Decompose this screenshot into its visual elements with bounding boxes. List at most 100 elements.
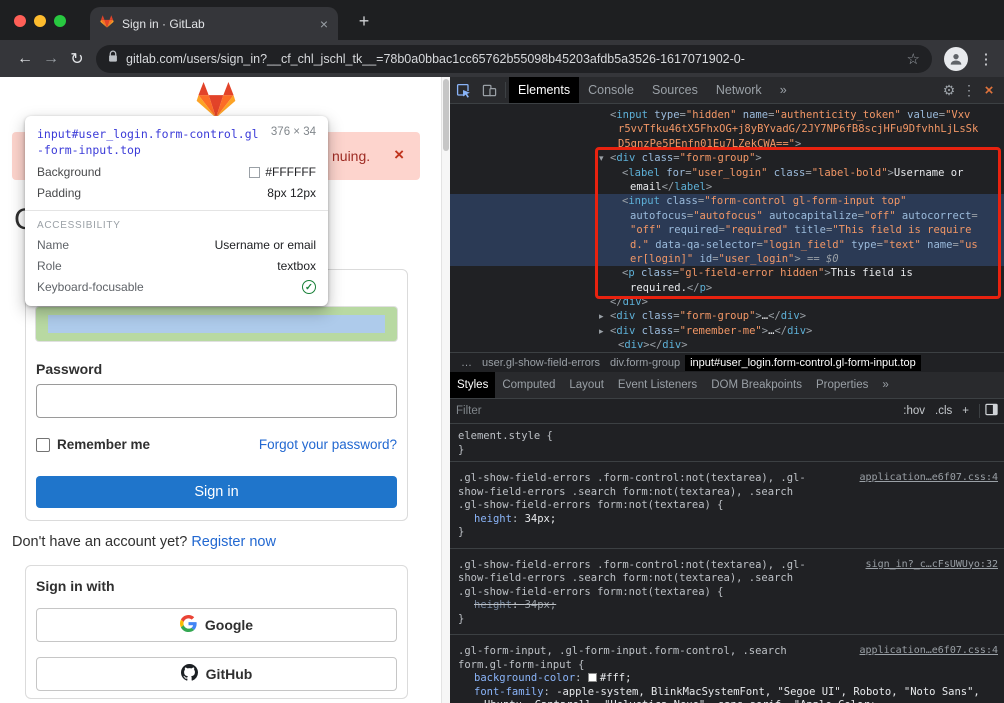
close-window-button[interactable] bbox=[14, 15, 26, 27]
address-bar[interactable]: gitlab.com/users/sign_in?__cf_chl_jschl_… bbox=[96, 45, 932, 73]
devtools-tab-console[interactable]: Console bbox=[579, 77, 643, 103]
register-prompt: Don't have an account yet? Register now bbox=[12, 534, 276, 550]
stylesheet-link[interactable]: application…e6f07.css:4 bbox=[860, 644, 998, 658]
signin-card: Password Remember me Forgot your passwor… bbox=[25, 269, 408, 521]
browser-tab[interactable]: Sign in · GitLab × bbox=[90, 7, 338, 40]
stylesheet-link[interactable]: application…e6f07.css:4 bbox=[860, 471, 998, 485]
alert-close-button[interactable]: × bbox=[394, 145, 404, 165]
github-signin-button[interactable]: GitHub bbox=[36, 657, 397, 691]
bookmark-star-icon[interactable]: ☆ bbox=[907, 50, 920, 68]
tooltip-a11y-value: Username or email bbox=[215, 238, 316, 252]
dom-tree-line[interactable]: <div></div> bbox=[450, 338, 1004, 352]
settings-gear-icon[interactable]: ⚙ bbox=[938, 82, 960, 99]
css-selector: .gl-show-field-errors form:not(textarea)… bbox=[458, 499, 996, 513]
computed-sidebar-toggle-icon[interactable] bbox=[985, 403, 998, 419]
css-selector: show-field-errors .search form:not(texta… bbox=[458, 486, 996, 500]
color-swatch[interactable] bbox=[588, 673, 597, 682]
sign-in-button[interactable]: Sign in bbox=[36, 476, 397, 508]
styles-tab-layout[interactable]: Layout bbox=[562, 372, 611, 398]
page-scrollbar-thumb[interactable] bbox=[443, 79, 449, 151]
breadcrumb-bar: …user.gl-show-field-errorsdiv.form-group… bbox=[450, 352, 1004, 372]
back-button[interactable]: ← bbox=[12, 45, 38, 73]
tab-close-button[interactable]: × bbox=[320, 17, 328, 31]
styles-filter-input[interactable]: Filter bbox=[456, 405, 898, 417]
styles-tab-styles[interactable]: Styles bbox=[450, 372, 495, 398]
new-style-rule-button[interactable]: + bbox=[962, 405, 969, 417]
dom-tree-line[interactable]: ▸<div class="remember-me">…</div> bbox=[450, 324, 1004, 338]
url-text[interactable]: gitlab.com/users/sign_in?__cf_chl_jschl_… bbox=[126, 52, 899, 66]
breadcrumb-item[interactable]: … bbox=[456, 355, 477, 371]
remember-me-checkbox[interactable] bbox=[36, 438, 50, 452]
window-content: nuing. × G Password Remember me Forgot y… bbox=[0, 77, 1004, 703]
page-scrollbar[interactable] bbox=[441, 77, 450, 703]
tooltip-prop-label: Padding bbox=[37, 186, 81, 200]
styles-tab-dombreakpoints[interactable]: DOM Breakpoints bbox=[704, 372, 809, 398]
tooltip-props: Background#FFFFFFPadding8px 12px bbox=[37, 165, 316, 200]
alert-text: nuing. bbox=[332, 148, 370, 164]
breadcrumb-item[interactable]: input#user_login.form-control.gl-form-in… bbox=[685, 355, 921, 371]
styles-tab-eventlisteners[interactable]: Event Listeners bbox=[611, 372, 704, 398]
css-declaration[interactable]: background-color: #fff; bbox=[458, 672, 996, 686]
forgot-password-link[interactable]: Forgot your password? bbox=[259, 437, 397, 452]
toggle-classes-button[interactable]: .cls bbox=[935, 405, 952, 417]
tooltip-a11y-row: Roletextbox bbox=[37, 259, 316, 273]
stylesheet-link[interactable]: sign_in?_c…cFsUWUyo:32 bbox=[866, 558, 998, 572]
dom-tree-line[interactable]: r5vvTfku46tX5FhxOG+j8yBYvadG/2JY7NP6fB8s… bbox=[450, 122, 1004, 136]
expander-closed-icon[interactable]: ▸ bbox=[599, 310, 604, 324]
devtools-tab-[interactable]: » bbox=[771, 77, 796, 103]
styles-tab-more[interactable]: » bbox=[875, 372, 895, 398]
tooltip-accessibility-title: ACCESSIBILITY bbox=[37, 220, 316, 231]
profile-avatar[interactable] bbox=[944, 47, 968, 71]
forward-button[interactable]: → bbox=[38, 45, 64, 73]
register-now-link[interactable]: Register now bbox=[191, 534, 276, 550]
google-signin-button[interactable]: Google bbox=[36, 608, 397, 642]
traffic-lights bbox=[14, 15, 66, 27]
devtools-tab-network[interactable]: Network bbox=[707, 77, 771, 103]
expander-closed-icon[interactable]: ▸ bbox=[599, 325, 604, 339]
devtools-close-button[interactable]: × bbox=[978, 82, 1000, 99]
remember-row: Remember me Forgot your password? bbox=[36, 437, 397, 452]
css-declaration[interactable]: height: 34px; bbox=[458, 599, 996, 613]
styles-rules: application…e6f07.css:4 .gl-show-field-er… bbox=[450, 462, 1004, 703]
remember-me-label: Remember me bbox=[57, 437, 150, 452]
new-tab-button[interactable]: + bbox=[352, 9, 376, 33]
styles-tab-properties[interactable]: Properties bbox=[809, 372, 875, 398]
breadcrumb-item[interactable]: div.form-group bbox=[605, 355, 685, 371]
password-input[interactable] bbox=[36, 384, 397, 418]
dom-tree-line[interactable]: ▸<div class="form-group">…</div> bbox=[450, 309, 1004, 323]
tooltip-a11y-label: Role bbox=[37, 259, 62, 273]
google-button-label: Google bbox=[205, 617, 253, 633]
css-selector: show-field-errors .search form:not(texta… bbox=[458, 572, 996, 586]
reload-button[interactable]: ↻ bbox=[64, 45, 90, 73]
toolbar-divider bbox=[505, 82, 506, 98]
inspect-element-icon[interactable] bbox=[450, 77, 476, 103]
css-declaration[interactable]: font-family: -apple-system, BlinkMacSyst… bbox=[458, 686, 996, 703]
zoom-window-button[interactable] bbox=[54, 15, 66, 27]
device-toolbar-icon[interactable] bbox=[476, 77, 502, 103]
dom-tree-line[interactable]: <input type="hidden" name="authenticity_… bbox=[450, 108, 1004, 122]
register-text: Don't have an account yet? bbox=[12, 534, 187, 550]
tooltip-prop-value: #FFFFFF bbox=[249, 165, 316, 179]
tooltip-dimensions: 376 × 34 bbox=[271, 126, 316, 158]
styles-tab-computed[interactable]: Computed bbox=[495, 372, 562, 398]
browser-menu-button[interactable]: ⋮ bbox=[976, 50, 996, 68]
inspect-tooltip: input#user_login.form-control.gl-form-in… bbox=[25, 116, 328, 306]
color-swatch bbox=[249, 167, 260, 178]
padlock-icon bbox=[108, 50, 118, 68]
devtools-tab-elements[interactable]: Elements bbox=[509, 77, 579, 103]
tooltip-prop-row: Background#FFFFFF bbox=[37, 165, 316, 179]
filter-divider bbox=[979, 404, 980, 418]
element-style-selector[interactable]: element.style { bbox=[458, 430, 996, 444]
devtools-menu-icon[interactable]: ⋮ bbox=[960, 82, 978, 99]
social-signin-card: Sign in with Google GitHub bbox=[25, 565, 408, 699]
toggle-hover-state-button[interactable]: :hov bbox=[903, 405, 925, 417]
username-input-highlighted[interactable] bbox=[36, 307, 397, 341]
devtools-tab-sources[interactable]: Sources bbox=[643, 77, 707, 103]
devtools-tab-bar: ElementsConsoleSourcesNetwork» bbox=[509, 77, 796, 103]
github-logo-icon bbox=[181, 664, 198, 684]
browser-toolbar: ← → ↻ gitlab.com/users/sign_in?__cf_chl_… bbox=[0, 40, 1004, 77]
breadcrumb-item[interactable]: user.gl-show-field-errors bbox=[477, 355, 605, 371]
css-declaration[interactable]: height: 34px; bbox=[458, 513, 996, 527]
minimize-window-button[interactable] bbox=[34, 15, 46, 27]
inspect-highlight-content bbox=[48, 315, 385, 333]
